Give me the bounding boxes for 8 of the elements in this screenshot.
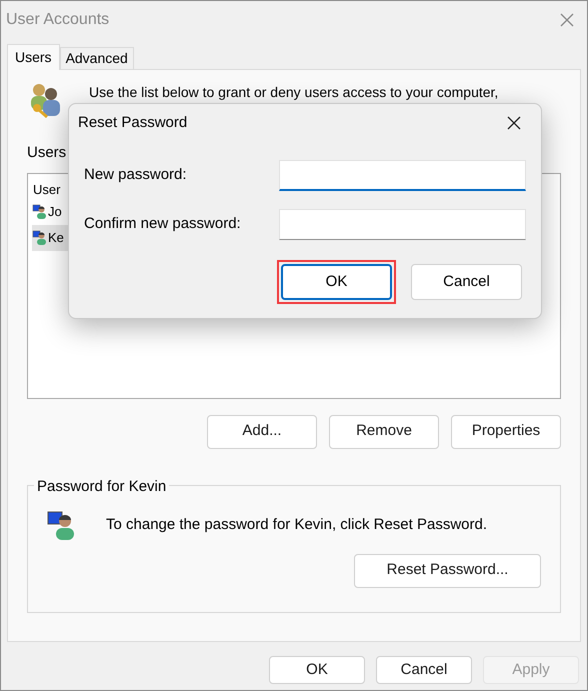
password-hint: To change the password for Kevin, click Reset Password. <box>106 515 488 536</box>
dialog-title: Reset Password <box>78 112 188 133</box>
field-label: Confirm new password: <box>84 214 241 234</box>
field-label: New password: <box>84 165 187 186</box>
list-header: User <box>33 180 60 198</box>
users-label: Users <box>27 143 66 163</box>
intro-text: Use the list below to grant or deny users access to your computer, <box>89 83 498 102</box>
window-title: User Accounts <box>6 10 110 30</box>
